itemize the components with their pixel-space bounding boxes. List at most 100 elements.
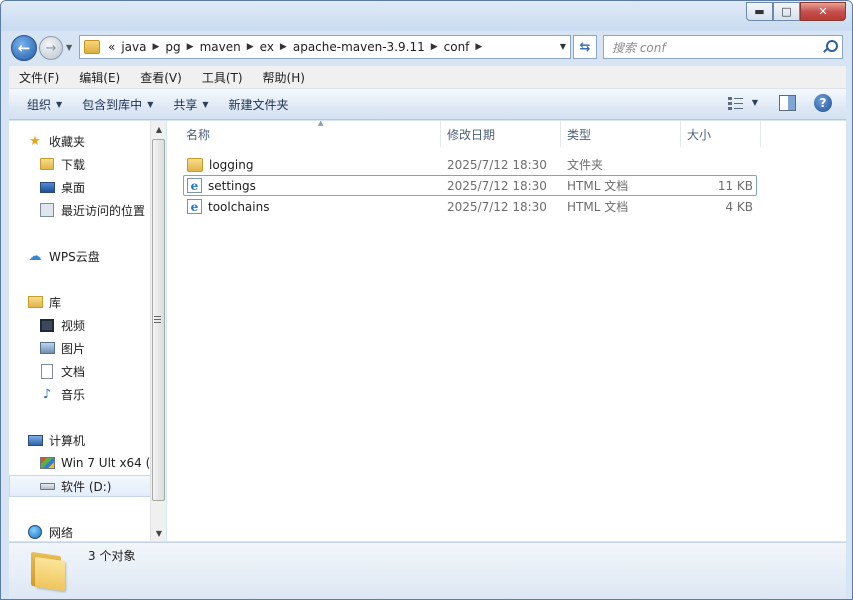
file-date-cell: 2025/7/12 18:30 [447,157,547,172]
document-icon [39,363,55,379]
address-history-dropdown[interactable]: ▼ [560,42,566,51]
menu-file[interactable]: 文件(F) [9,69,69,86]
arrow-right-icon: → [45,40,57,56]
search-box[interactable]: 搜索 conf [603,35,843,59]
file-size-cell [687,154,753,175]
new-folder-button[interactable]: 新建文件夹 [219,96,299,113]
command-bar: 组织 ▼ 包含到库中 ▼ 共享 ▼ 新建文件夹 ▼ ? [9,89,846,120]
column-header-date[interactable]: 修改日期 [441,121,561,147]
menu-tools[interactable]: 工具(T) [192,69,253,86]
file-row-toolchains[interactable]: e toolchains 2025/7/12 18:30 HTML 文档 4 KB [183,196,757,217]
file-row-settings[interactable]: e settings 2025/7/12 18:30 HTML 文档 11 KB [183,175,757,196]
nav-desktop[interactable]: 桌面 [39,176,85,198]
file-name-cell: e toolchains [187,196,269,217]
include-in-library-label: 包含到库中 [82,97,143,112]
chevron-down-icon: ▼ [202,99,209,109]
recent-places-icon [39,202,55,218]
menu-edit[interactable]: 编辑(E) [69,69,130,86]
view-options-dropdown[interactable]: ▼ [752,98,758,107]
breadcrumb-ex[interactable]: ex ▶ [254,36,287,58]
share-label: 共享 [173,97,198,112]
nav-computer[interactable]: 计算机 [27,429,85,451]
folder-icon [29,550,69,592]
organize-button[interactable]: 组织 ▼ [17,96,72,113]
breadcrumb-maven[interactable]: maven ▶ [194,36,254,58]
forward-button[interactable]: → [39,36,63,60]
column-header-name[interactable]: 名称 ▲ [180,119,441,147]
nav-drive-d[interactable]: 软件 (D:) [9,475,157,497]
share-button[interactable]: 共享 ▼ [163,96,218,113]
navigation-pane: ★ 收藏夹 下载 桌面 最近访问的位置 ☁ WPS云盘 库 视频 图片 文档 ♪ 音乐 [9,121,166,541]
help-button[interactable]: ? [814,94,832,112]
nav-drive-c[interactable]: Win 7 Ult x64 (C [39,452,159,474]
column-header-type[interactable]: 类型 [561,121,681,147]
nav-network[interactable]: 网络 [27,521,73,541]
network-icon [27,524,43,540]
menu-view[interactable]: 查看(V) [130,69,192,86]
chevron-right-icon[interactable]: ▶ [247,42,254,52]
video-icon [39,317,55,333]
nav-libraries[interactable]: 库 [27,291,61,313]
scroll-down-icon[interactable]: ▼ [151,525,167,541]
folder-icon [187,157,203,172]
column-header-size[interactable]: 大小 [681,121,761,147]
breadcrumb-apache-maven[interactable]: apache-maven-3.9.11 ▶ [287,36,438,58]
refresh-button[interactable]: ⇆ [573,35,597,59]
address-bar[interactable]: « java ▶ pg ▶ maven ▶ ex ▶ apache-maven-3.9.… [79,35,571,59]
search-input[interactable]: 搜索 conf [604,39,823,56]
preview-pane-button[interactable] [779,95,796,111]
nav-music[interactable]: ♪ 音乐 [39,383,85,405]
chevron-right-icon[interactable]: ▶ [280,42,287,52]
recent-pages-dropdown[interactable]: ▼ [66,43,72,52]
arrow-left-icon: ← [17,39,31,57]
navigation-row: ← → ▼ « java ▶ pg ▶ maven ▶ ex ▶ apache-mave… [1,31,852,64]
html-document-icon: e [187,199,202,214]
scrollbar-grip-icon [154,316,161,323]
windows-drive-icon [39,455,55,471]
computer-icon [27,432,43,448]
chevron-right-icon[interactable]: ▶ [187,42,194,52]
breadcrumb-conf[interactable]: conf ▶ [438,36,483,58]
breadcrumb-pg[interactable]: pg ▶ [159,36,193,58]
title-bar[interactable]: ▬ □ ✕ [1,1,852,31]
picture-icon [39,340,55,356]
details-pane: 3 个对象 [9,542,846,599]
scroll-up-icon[interactable]: ▲ [151,121,167,137]
drive-icon [39,478,55,494]
breadcrumb-overflow[interactable]: « [100,40,115,54]
file-type-cell: 文件夹 [567,158,604,172]
file-date-cell: 2025/7/12 18:30 [447,178,547,193]
chevron-right-icon[interactable]: ▶ [475,42,482,52]
nav-videos[interactable]: 视频 [39,314,85,336]
library-icon [27,294,43,310]
back-button[interactable]: ← [11,35,37,61]
view-options-button[interactable] [728,97,746,111]
breadcrumb-java[interactable]: java ▶ [115,36,159,58]
sort-ascending-icon: ▲ [318,119,324,127]
nav-scrollbar[interactable]: ▲ ▼ [150,121,166,541]
nav-wps-cloud[interactable]: ☁ WPS云盘 [27,245,100,267]
search-icon[interactable] [823,40,838,54]
maximize-button[interactable]: □ [773,2,800,21]
file-row-logging[interactable]: logging 2025/7/12 18:30 文件夹 [183,154,757,175]
file-size-cell: 11 KB [717,178,753,193]
nav-downloads[interactable]: 下载 [39,153,85,175]
star-icon: ★ [29,133,41,149]
organize-label: 组织 [27,97,52,112]
chevron-down-icon: ▼ [147,99,154,109]
chevron-right-icon[interactable]: ▶ [431,42,438,52]
menu-help[interactable]: 帮助(H) [253,69,315,86]
refresh-icon: ⇆ [579,39,591,55]
nav-favorites[interactable]: ★ 收藏夹 [27,130,85,152]
cloud-icon: ☁ [28,248,42,264]
close-button[interactable]: ✕ [800,2,846,21]
nav-recent-places[interactable]: 最近访问的位置 [39,199,145,221]
minimize-button[interactable]: ▬ [746,2,773,21]
chevron-right-icon[interactable]: ▶ [153,42,160,52]
chevron-down-icon: ▼ [56,99,63,109]
explorer-window: ▬ □ ✕ ← → ▼ « java ▶ pg ▶ maven ▶ ex ▶ apach… [0,0,853,600]
include-in-library-button[interactable]: 包含到库中 ▼ [72,96,163,113]
file-list-pane: 名称 ▲ 修改日期 类型 大小 logging 2025/7/12 18:30 … [167,119,846,541]
nav-documents[interactable]: 文档 [39,360,85,382]
nav-pictures[interactable]: 图片 [39,337,85,359]
